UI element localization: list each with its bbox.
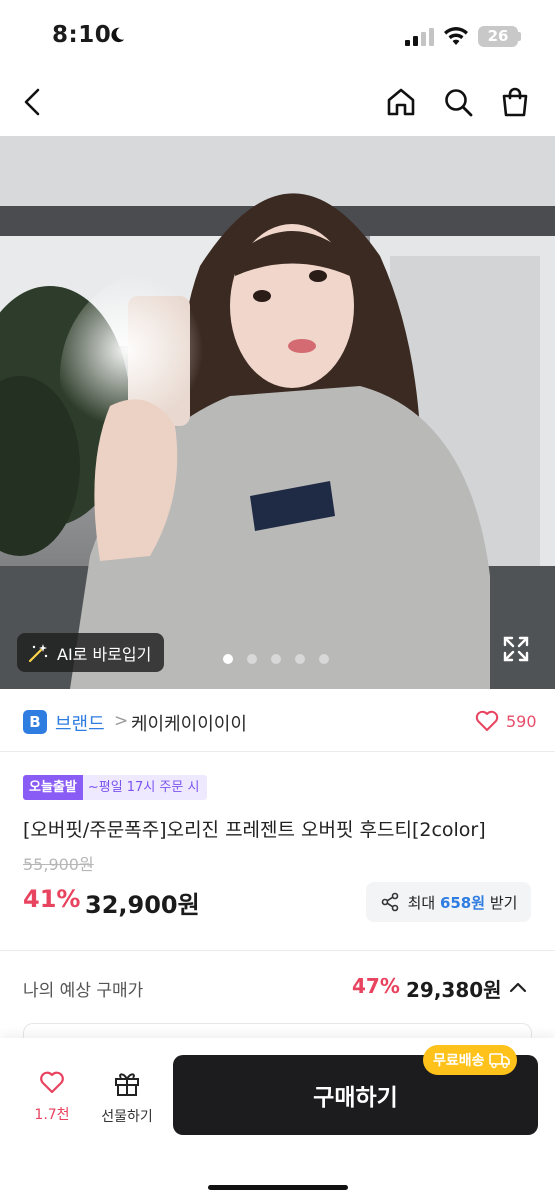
wishlist-count: 590 bbox=[506, 711, 537, 731]
cart-button[interactable] bbox=[495, 82, 535, 122]
expected-price-label: 나의 예상 구매가 bbox=[23, 981, 144, 1001]
product-title: [오버핏/주문폭주]오리진 프레젠트 오버핏 후드티[2color] bbox=[23, 819, 486, 841]
free-shipping-label: 무료배송 bbox=[433, 1053, 485, 1069]
back-button[interactable] bbox=[14, 82, 54, 122]
gift-icon bbox=[115, 1073, 139, 1096]
expand-icon[interactable] bbox=[500, 633, 532, 665]
delivery-tag: 오늘출발 ~평일 17시 주문 시 bbox=[23, 775, 208, 800]
share-icon bbox=[381, 892, 398, 912]
battery-tip bbox=[518, 32, 521, 41]
truck-icon bbox=[488, 1053, 510, 1069]
carousel-dot[interactable] bbox=[223, 654, 233, 664]
carousel-indicator bbox=[223, 654, 329, 664]
carousel-dot[interactable] bbox=[247, 654, 257, 664]
brand-badge-icon: B bbox=[23, 710, 47, 734]
wifi-icon bbox=[444, 27, 468, 45]
today-shipping-badge: 오늘출발 bbox=[23, 775, 83, 800]
shopping-bag-icon bbox=[502, 87, 528, 117]
carousel-dot[interactable] bbox=[295, 654, 305, 664]
sale-price: 32,900원 bbox=[85, 891, 200, 919]
share-reward-amount: 658원 bbox=[439, 893, 486, 912]
product-photo bbox=[0, 136, 555, 689]
signal-icon bbox=[405, 28, 434, 46]
bottom-like-count: 1.7천 bbox=[34, 1107, 70, 1123]
breadcrumb-separator: > bbox=[114, 711, 129, 731]
status-bar: 8:10 26 bbox=[0, 0, 555, 70]
brand-name-link[interactable]: 케이케이이이이 bbox=[131, 710, 247, 736]
expected-price: 29,380원 bbox=[406, 978, 502, 1002]
moon-icon bbox=[111, 27, 125, 43]
heart-icon bbox=[40, 1071, 64, 1094]
ai-try-on-button[interactable]: AI로 바로입기 bbox=[17, 633, 165, 672]
wishlist-button[interactable]: 590 bbox=[474, 708, 537, 734]
original-price: 55,900원 bbox=[23, 855, 94, 874]
carousel-dot[interactable] bbox=[319, 654, 329, 664]
share-reward-button[interactable]: 최대 658원 받기 bbox=[366, 882, 531, 922]
product-image-carousel[interactable] bbox=[0, 136, 555, 689]
ai-try-on-label: AI로 바로입기 bbox=[57, 644, 152, 664]
status-time: 8:10 bbox=[52, 22, 112, 48]
carousel-dot[interactable] bbox=[271, 654, 281, 664]
brand-row: B 브랜드 > 케이케이이이이 590 bbox=[0, 690, 555, 752]
free-shipping-badge: 무료배송 bbox=[423, 1045, 517, 1075]
home-button[interactable] bbox=[381, 82, 421, 122]
search-icon bbox=[445, 89, 473, 117]
magic-wand-icon bbox=[28, 643, 48, 662]
section-divider bbox=[0, 950, 555, 951]
shipping-condition: ~평일 17시 주문 시 bbox=[82, 775, 208, 800]
expected-discount: 47% bbox=[352, 974, 400, 998]
home-icon bbox=[387, 88, 415, 116]
discount-rate: 41% bbox=[23, 885, 81, 913]
home-indicator bbox=[208, 1185, 348, 1190]
gift-button[interactable]: 선물하기 bbox=[92, 1068, 162, 1126]
brand-label[interactable]: 브랜드 bbox=[55, 710, 105, 736]
gift-label: 선물하기 bbox=[101, 1109, 153, 1125]
share-reward-label: 최대 658원 받기 bbox=[407, 893, 518, 912]
bottom-like-button[interactable]: 1.7천 bbox=[28, 1068, 76, 1124]
chevron-up-icon[interactable] bbox=[507, 976, 529, 998]
chevron-left-icon bbox=[24, 88, 40, 116]
search-button[interactable] bbox=[438, 82, 478, 122]
heart-icon bbox=[475, 710, 499, 731]
battery-indicator: 26 bbox=[478, 26, 518, 47]
